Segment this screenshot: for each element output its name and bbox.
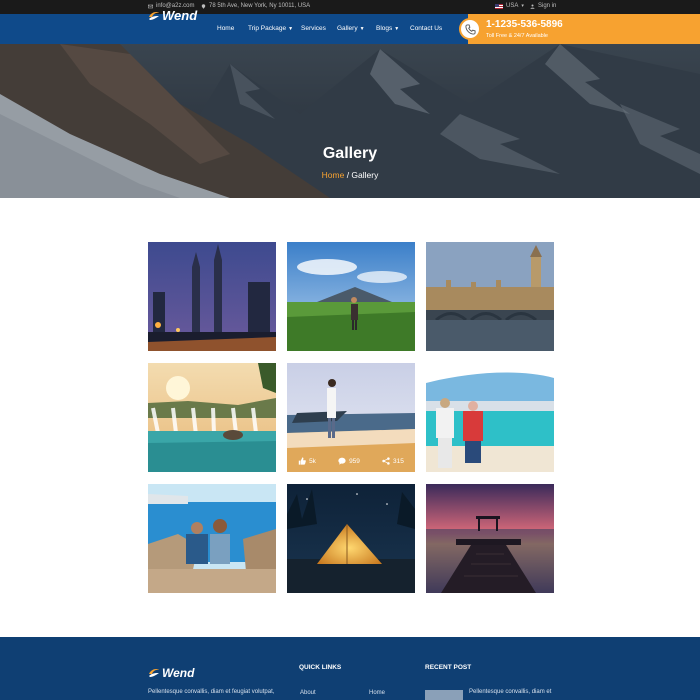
london-parliament-image [426,242,554,351]
phone-call-button[interactable] [459,18,481,40]
breadcrumb-current: Gallery [351,170,379,180]
waterfall-lagoon-image [148,363,276,472]
chevron-down-icon: ▼ [394,25,400,32]
thumbs-up-icon [298,457,306,465]
nav-blogs-label: Blogs [376,25,393,32]
page-title: Gallery [322,145,378,162]
hiker-volcano-image [287,242,415,351]
footer-description: Pellentesque convallis, diam et feugiat … [148,689,275,695]
shares-stat[interactable]: 315 [382,457,404,465]
address-contact: 78 5th Ave, New York, Ny 10011, USA [201,3,310,9]
signin-link[interactable]: Sign in [530,3,556,9]
likes-stat[interactable]: 5k [298,457,316,465]
city-towers-night-image [148,242,276,351]
page-hero: Gallery Home / Gallery [0,44,700,198]
footer-link-home[interactable]: Home [369,690,385,696]
chevron-down-icon: ▼ [359,25,365,32]
nav-services[interactable]: Services [301,25,326,32]
language-selector[interactable]: USA ▾ [495,3,524,9]
nav-contact-us[interactable]: Contact Us [410,25,442,32]
phone-availability: Toll Free & 24/7 Available [486,33,548,39]
nav-services-label: Services [301,25,326,32]
logo-text: Wend [162,8,198,23]
breadcrumb-home-link[interactable]: Home [322,170,345,180]
gallery-item-city-towers[interactable] [148,242,276,351]
logo-mark-icon [149,669,159,677]
gallery-item-london[interactable] [426,242,554,351]
comment-icon [338,457,346,465]
couple-sea-rocks-image [148,484,276,593]
nav-home-label: Home [217,25,235,32]
breadcrumb: Home / Gallery [0,170,700,180]
couple-beach-photo-image [426,363,554,472]
logo-mark-icon [149,11,159,20]
gallery-item-beach-photographer[interactable]: 5k 959 315 [287,363,415,472]
gallery-item-tent-night[interactable] [287,484,415,593]
footer-link-about[interactable]: About [300,690,316,696]
gallery-item-couple-sea[interactable] [148,484,276,593]
comments-stat[interactable]: 959 [338,457,360,465]
likes-count: 5k [309,457,316,465]
site-logo[interactable]: Wend [148,8,197,23]
footer-logo-text: Wend [162,666,195,680]
phone-icon [464,23,476,35]
us-flag-icon [495,3,503,9]
top-bar: info@a2z.com 78 5th Ave, New York, Ny 10… [0,0,700,14]
nav-blogs[interactable]: Blogs ▼ [376,25,399,32]
image-stats-overlay: 5k 959 315 [287,450,415,472]
gallery-item-pier-sunset[interactable] [426,484,554,593]
address-text: 78 5th Ave, New York, Ny 10011, USA [209,3,311,9]
user-icon [530,4,535,9]
site-footer [0,637,700,700]
nav-gallery-label: Gallery [337,25,358,32]
signin-label: Sign in [538,3,557,9]
comments-count: 959 [349,457,360,465]
recent-post-thumbnail[interactable] [425,690,463,700]
gallery-item-couple-beach[interactable] [426,363,554,472]
language-label: USA [506,3,519,9]
gallery-item-waterfall[interactable] [148,363,276,472]
tent-night-image [287,484,415,593]
footer-recent-post-heading: RECENT POST [425,664,472,671]
nav-home[interactable]: Home [217,25,234,32]
footer-logo[interactable]: Wend [148,666,194,680]
nav-gallery[interactable]: Gallery ▼ [337,25,365,32]
pier-sunset-image [426,484,554,593]
chevron-down-icon: ▾ [521,3,524,9]
recent-post-link[interactable]: Pellentesque convallis, diam et [469,689,551,695]
share-icon [382,457,390,465]
chevron-down-icon: ▼ [288,25,294,32]
gallery-item-hiker-volcano[interactable] [287,242,415,351]
nav-trip-package[interactable]: Trip Package ▼ [248,25,293,32]
phone-number[interactable]: 1-1235-536-5896 [486,19,563,30]
shares-count: 315 [393,457,404,465]
location-pin-icon [201,3,206,9]
footer-quick-links-heading: QUICK LINKS [299,664,342,671]
nav-contact-us-label: Contact Us [410,25,443,32]
nav-trip-package-label: Trip Package [248,25,287,32]
